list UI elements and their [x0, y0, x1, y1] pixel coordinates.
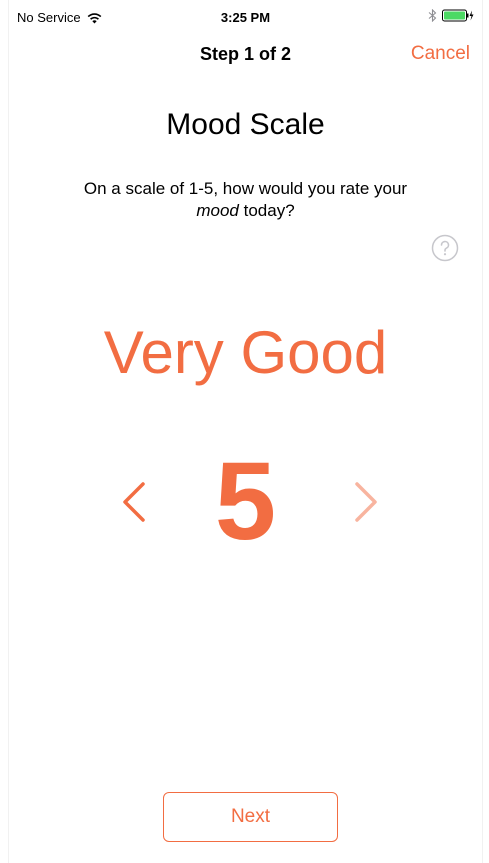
status-time: 3:25 PM: [220, 10, 271, 25]
battery-icon: [442, 9, 474, 22]
charging-bolt-icon: [469, 10, 474, 21]
screen: No Service 3:25 PM Step 1 of 2 Cancel Mo…: [8, 0, 483, 863]
question-text: On a scale of 1-5, how would you rate yo…: [39, 178, 452, 222]
status-bar: No Service 3:25 PM: [9, 0, 482, 34]
chevron-right-icon[interactable]: [349, 478, 383, 526]
bluetooth-icon: [428, 9, 437, 22]
page-title: Mood Scale: [166, 108, 325, 141]
mood-value: 5: [214, 440, 277, 563]
question-emphasis: mood: [196, 201, 239, 220]
next-button[interactable]: Next: [163, 792, 338, 842]
mood-label: Very Good: [103, 319, 388, 386]
question-circle-icon[interactable]: [431, 234, 459, 262]
cancel-button[interactable]: Cancel: [411, 43, 470, 65]
question-prefix: On a scale of 1-5, how would you rate yo…: [83, 179, 408, 198]
question-suffix: today?: [243, 201, 295, 220]
status-right-group: [428, 9, 474, 22]
